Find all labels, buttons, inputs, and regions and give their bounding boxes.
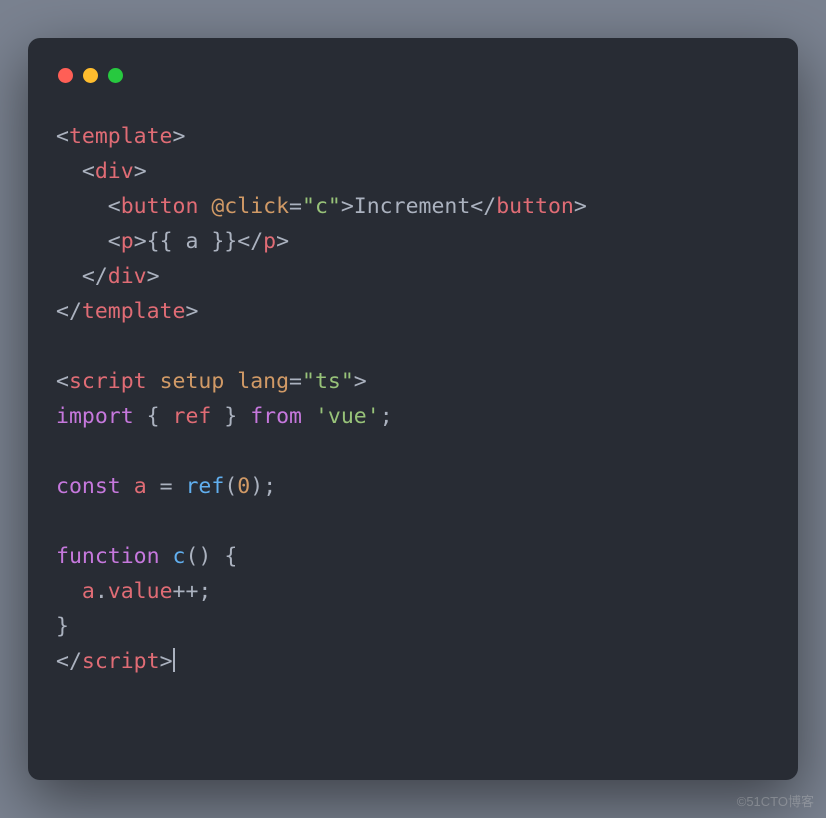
code-text: " — [302, 194, 315, 219]
cursor-icon — [173, 648, 175, 672]
code-text: = — [289, 194, 302, 219]
code-text: 0 — [237, 474, 250, 499]
code-text: </ — [56, 299, 82, 324]
code-text: ++ — [173, 579, 199, 604]
code-text: p — [121, 229, 134, 254]
code-text: < — [82, 159, 95, 184]
code-text: < — [108, 229, 121, 254]
code-text: > — [134, 159, 147, 184]
code-text: const — [56, 474, 121, 499]
close-icon[interactable] — [58, 68, 73, 83]
code-text: < — [56, 124, 69, 149]
code-text: > — [276, 229, 289, 254]
code-text: function — [56, 544, 160, 569]
window-controls — [58, 68, 770, 83]
watermark: ©51CTO博客 — [737, 791, 814, 810]
code-text: < — [56, 369, 69, 394]
maximize-icon[interactable] — [108, 68, 123, 83]
code-text: c — [173, 544, 186, 569]
code-text: " — [328, 194, 341, 219]
code-text: " — [341, 369, 354, 394]
code-text: ( — [224, 474, 237, 499]
code-text: Increment — [354, 194, 471, 219]
code-text: p — [263, 229, 276, 254]
code-text: template — [82, 299, 186, 324]
code-text: lang — [237, 369, 289, 394]
code-text: } — [211, 404, 250, 429]
code-text — [211, 544, 224, 569]
code-text: </ — [56, 649, 82, 674]
code-text: > — [341, 194, 354, 219]
code-text: div — [108, 264, 147, 289]
code-text: . — [95, 579, 108, 604]
code-text: ref — [173, 404, 212, 429]
code-text: template — [69, 124, 173, 149]
minimize-icon[interactable] — [83, 68, 98, 83]
code-text: > — [354, 369, 367, 394]
code-text: { — [134, 404, 173, 429]
code-text: a — [134, 474, 147, 499]
code-text: () — [185, 544, 211, 569]
code-block[interactable]: <template> <div> <button @click="c">Incr… — [56, 119, 770, 680]
code-text: > — [185, 299, 198, 324]
code-text: = — [147, 474, 186, 499]
code-text: > — [160, 649, 173, 674]
code-text: </ — [82, 264, 108, 289]
code-text: ref — [185, 474, 224, 499]
code-text — [160, 544, 173, 569]
code-text: ; — [263, 474, 276, 499]
code-window: <template> <div> <button @click="c">Incr… — [28, 38, 798, 780]
code-text: > — [147, 264, 160, 289]
code-text: > — [134, 229, 147, 254]
code-text: script — [82, 649, 160, 674]
code-text: button — [496, 194, 574, 219]
code-text: from — [250, 404, 302, 429]
code-text — [302, 404, 315, 429]
code-text: {{ a }} — [147, 229, 238, 254]
code-text: c — [315, 194, 328, 219]
code-text: ' — [367, 404, 380, 429]
code-text: </ — [470, 194, 496, 219]
code-text: vue — [328, 404, 367, 429]
code-text: a — [82, 579, 95, 604]
code-text: </ — [237, 229, 263, 254]
code-text: ' — [315, 404, 328, 429]
code-text: @click — [211, 194, 289, 219]
code-text: div — [95, 159, 134, 184]
code-text — [121, 474, 134, 499]
code-text: script — [69, 369, 147, 394]
code-text: ts — [315, 369, 341, 394]
code-text: { — [224, 544, 237, 569]
code-text: setup — [160, 369, 225, 394]
code-text: import — [56, 404, 134, 429]
code-text: < — [108, 194, 121, 219]
code-text: value — [108, 579, 173, 604]
code-text: button — [121, 194, 199, 219]
code-text: > — [173, 124, 186, 149]
code-text: ; — [380, 404, 393, 429]
code-text: = — [289, 369, 302, 394]
code-text: ) — [250, 474, 263, 499]
code-text: } — [56, 614, 69, 639]
code-text: " — [302, 369, 315, 394]
code-text: ; — [198, 579, 211, 604]
code-text: > — [574, 194, 587, 219]
